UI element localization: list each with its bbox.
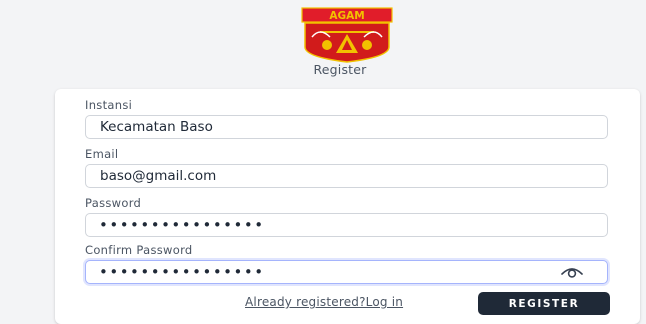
instansi-input[interactable]	[85, 115, 608, 139]
email-input[interactable]	[85, 164, 608, 188]
register-button[interactable]: REGISTER	[478, 292, 610, 315]
page-title: Register	[313, 62, 367, 77]
login-link[interactable]: Already registered?Log in	[245, 295, 403, 309]
logo-text: AGAM	[329, 10, 364, 22]
confirm-password-label: Confirm Password	[85, 243, 193, 257]
instansi-label: Instansi	[85, 98, 133, 112]
confirm-password-input[interactable]	[85, 260, 608, 284]
eye-icon[interactable]	[560, 263, 584, 279]
email-label: Email	[85, 147, 119, 161]
password-input[interactable]	[85, 213, 608, 237]
agam-logo: AGAM	[300, 7, 394, 63]
password-label: Password	[85, 196, 142, 210]
